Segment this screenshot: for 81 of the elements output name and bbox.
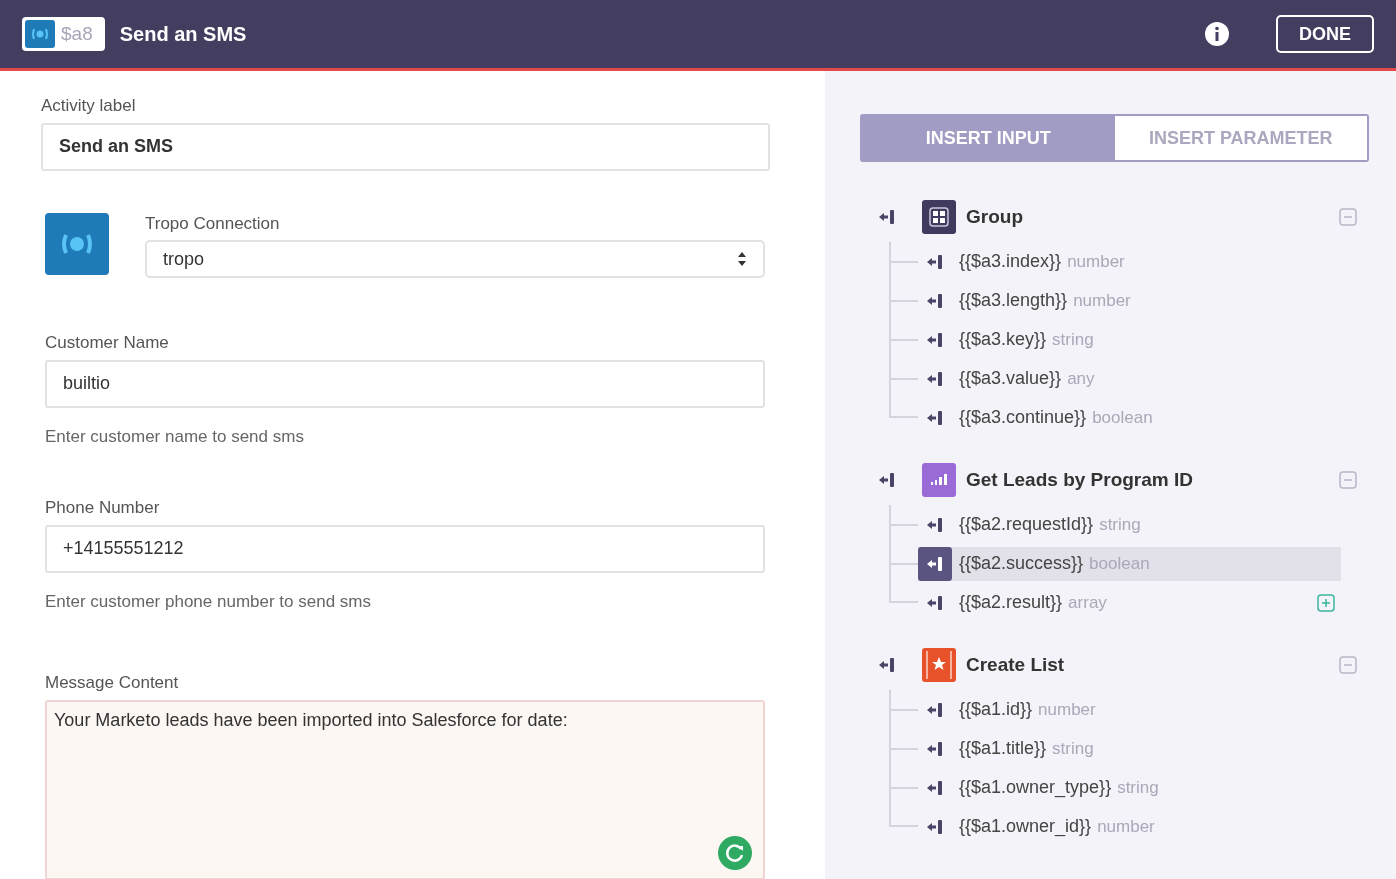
- parameter-type: any: [1067, 367, 1095, 390]
- insert-icon: [926, 369, 944, 388]
- signal-icon: [45, 212, 109, 275]
- insert-icon: [926, 252, 944, 271]
- parameter-type: number: [1073, 289, 1131, 312]
- window-title: Send an SMS: [119, 22, 247, 47]
- parameter-name: {{$a1.owner_type}}: [959, 776, 1112, 800]
- insert-icon: [878, 656, 896, 674]
- parameter-name: {{$a1.owner_id}}: [959, 815, 1092, 839]
- parameter-row[interactable]: {{$a1.id}} number: [918, 692, 1341, 727]
- refresh-icon[interactable]: [718, 835, 752, 870]
- text-field[interactable]: +14155551212: [45, 524, 765, 573]
- insert-icon: [926, 408, 944, 427]
- parameter-row[interactable]: {{$a3.continue}} boolean: [918, 400, 1341, 435]
- collapse-icon[interactable]: [1339, 471, 1357, 489]
- parameter-name: {{$a3.continue}}: [959, 406, 1087, 429]
- parameter-name: {{$a1.id}}: [959, 698, 1033, 721]
- parameter-name: {{$a1.title}}: [959, 737, 1047, 760]
- parameter-name: {{$a2.success}}: [959, 552, 1084, 575]
- badge-label: $a8: [61, 21, 93, 46]
- star-list-icon: [922, 648, 956, 682]
- field-label: Message Content: [45, 672, 180, 694]
- field-label: Tropo Connection: [145, 212, 281, 235]
- parameter-type: string: [1052, 328, 1094, 351]
- group-title: Group: [966, 204, 1023, 229]
- insert-icon: [878, 471, 896, 489]
- field-label: Activity label: [41, 95, 137, 117]
- insert-icon: [926, 515, 944, 534]
- parameter-type: string: [1117, 776, 1159, 799]
- done-button[interactable]: DONE: [1276, 15, 1374, 53]
- activity-label-field[interactable]: Send an SMS: [41, 122, 770, 171]
- parameter-name: {{$a3.index}}: [959, 250, 1062, 273]
- select-arrows-icon: [737, 250, 747, 268]
- parameter-type: number: [1038, 698, 1096, 721]
- connection-select[interactable]: tropo: [145, 240, 765, 278]
- insert-icon: [926, 593, 944, 612]
- collapse-icon[interactable]: [1339, 208, 1357, 226]
- insert-icon: [878, 208, 896, 226]
- message-text[interactable]: Your Marketo leads have been imported into Salesforce for date:: [47, 701, 763, 734]
- info-icon[interactable]: [1204, 21, 1230, 47]
- parameter-row[interactable]: {{$a2.success}} boolean: [918, 546, 1341, 581]
- field-hint: Enter customer phone number to send sms: [45, 590, 372, 613]
- parameter-row[interactable]: {{$a3.index}} number: [918, 244, 1341, 279]
- field-label: Customer Name: [45, 332, 170, 354]
- parameter-row[interactable]: {{$a3.value}} any: [918, 361, 1341, 396]
- parameter-row[interactable]: {{$a2.requestId}} string: [918, 507, 1341, 542]
- field-label: Phone Number: [45, 497, 161, 519]
- parameter-row[interactable]: {{$a2.result}} array: [918, 585, 1341, 620]
- parameter-type: array: [1068, 591, 1107, 614]
- parameter-name: {{$a3.length}}: [959, 289, 1068, 312]
- parameter-name: {{$a2.requestId}}: [959, 513, 1094, 536]
- insert-icon: [926, 554, 944, 573]
- insert-icon: [926, 330, 944, 349]
- parameter-type: number: [1097, 815, 1155, 838]
- group-title: Get Leads by Program ID: [966, 467, 1193, 492]
- insert-icon: [926, 817, 944, 836]
- collapse-icon[interactable]: [1339, 656, 1357, 674]
- insert-icon: [926, 778, 944, 797]
- grid-icon: [922, 200, 956, 234]
- parameter-type: boolean: [1092, 406, 1153, 429]
- parameter-name: {{$a2.result}}: [959, 591, 1063, 614]
- insert-icon: [926, 700, 944, 719]
- parameter-row[interactable]: {{$a3.length}} number: [918, 283, 1341, 318]
- expand-icon[interactable]: [1317, 593, 1335, 612]
- parameter-name: {{$a3.key}}: [959, 328, 1047, 351]
- insert-icon: [926, 739, 944, 758]
- parameter-row[interactable]: {{$a1.owner_type}} string: [918, 770, 1341, 805]
- parameter-row[interactable]: {{$a3.key}} string: [918, 322, 1341, 357]
- parameter-type: string: [1099, 513, 1141, 536]
- text-field[interactable]: builtio: [45, 359, 765, 408]
- parameter-row[interactable]: {{$a1.owner_id}} number: [918, 809, 1341, 844]
- signal-icon: [25, 20, 55, 48]
- bar-chart-icon: [922, 463, 956, 497]
- parameter-row[interactable]: {{$a1.title}} string: [918, 731, 1341, 766]
- parameter-type: string: [1052, 737, 1094, 760]
- parameter-type: number: [1067, 250, 1125, 273]
- parameter-name: {{$a3.value}}: [959, 367, 1062, 390]
- parameter-type: boolean: [1089, 552, 1150, 575]
- field-hint: Enter customer name to send sms: [45, 425, 305, 448]
- insert-icon: [926, 291, 944, 310]
- group-title: Create List: [966, 652, 1065, 677]
